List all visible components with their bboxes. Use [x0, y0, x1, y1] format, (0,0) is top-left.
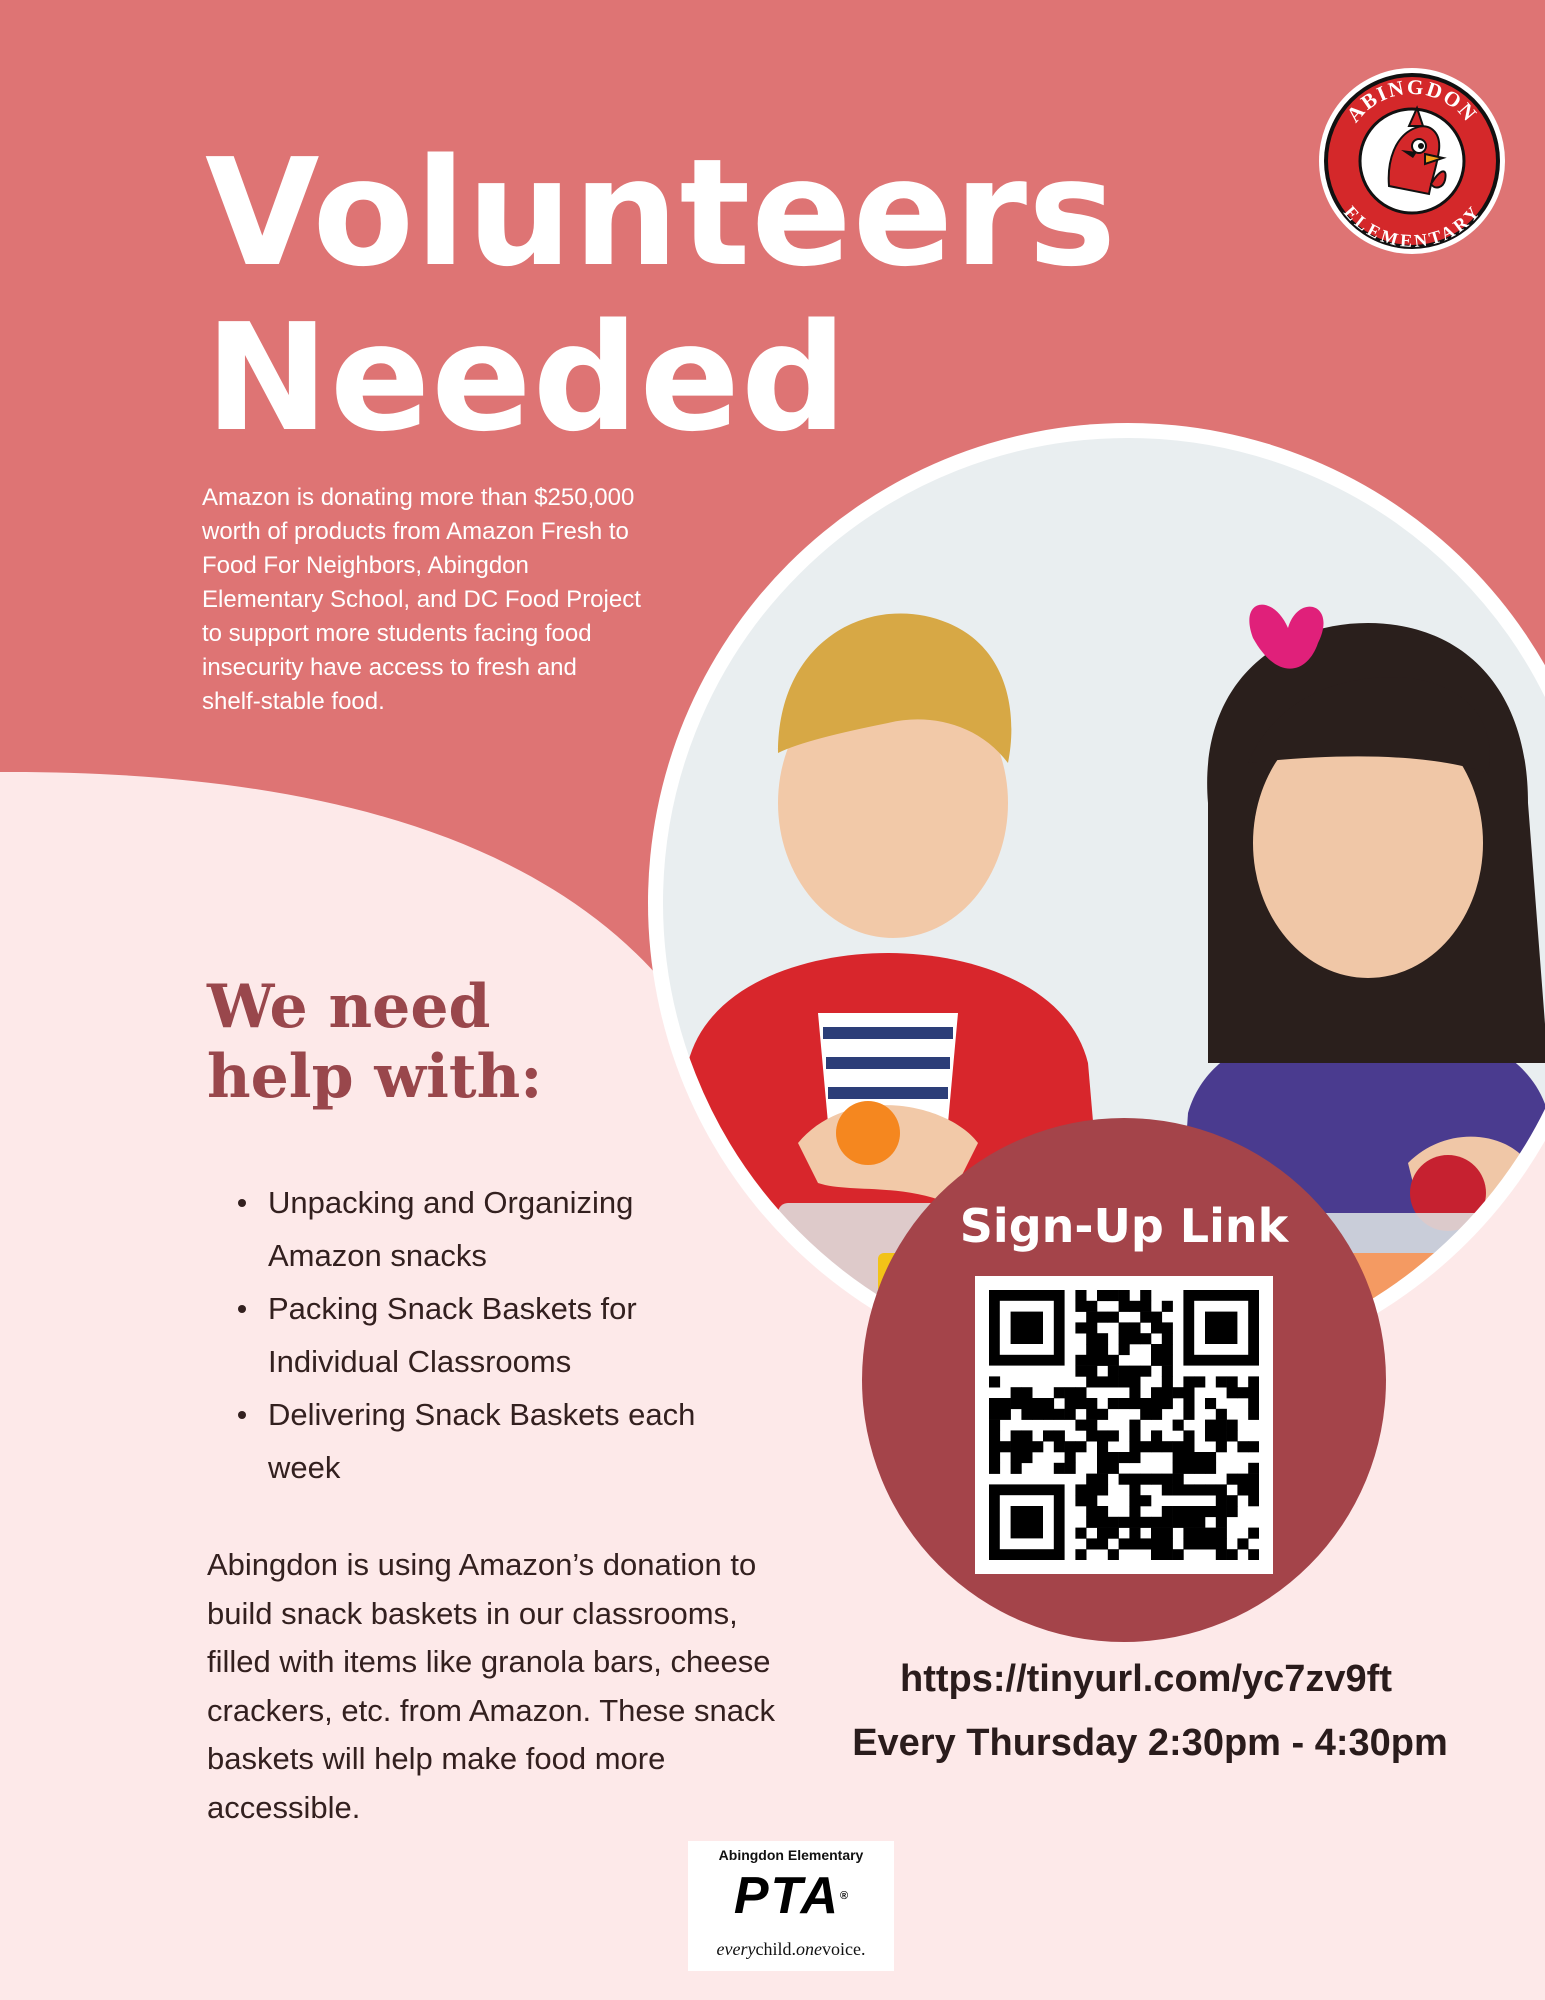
- cardinal-mascot-icon: ABINGDON ELEMENTARY: [1319, 68, 1505, 254]
- help-heading-line-1: We need: [207, 972, 491, 1042]
- pta-school-name: Abingdon Elementary: [718, 1847, 864, 1863]
- signup-title: Sign-Up Link: [959, 1199, 1289, 1253]
- signup-url[interactable]: https://tinyurl.com/yc7zv9ft: [816, 1651, 1476, 1707]
- list-item: Unpacking and Organizing Amazon snacks: [228, 1176, 748, 1282]
- list-item: Packing Snack Baskets for Individual Cla…: [228, 1282, 748, 1388]
- registered-icon: ®: [840, 1890, 849, 1902]
- pta-mark: PTA®: [688, 1865, 894, 1927]
- pta-mark-text: PTA: [733, 1867, 841, 1925]
- description-paragraph: Abingdon is using Amazon’s donation to b…: [207, 1547, 775, 1825]
- pta-tagline-every: every: [716, 1939, 756, 1959]
- qr-code[interactable]: [975, 1276, 1273, 1574]
- signup-circle: Sign-Up Link: [862, 1118, 1386, 1642]
- help-heading-line-2: help with:: [207, 1042, 543, 1112]
- pta-tagline-voice: voice.: [821, 1939, 866, 1959]
- schedule-text: Every Thursday 2:30pm - 4:30pm: [852, 1722, 1448, 1764]
- pta-tagline-child: child.: [755, 1939, 796, 1959]
- pta-tagline: everychild.onevoice.: [688, 1939, 894, 1960]
- intro-paragraph: Amazon is donating more than $250,000 wo…: [202, 484, 641, 715]
- help-heading: We need help with:: [207, 972, 542, 1112]
- flyer-page: Volunteers Needed Amazon is donating mor…: [0, 0, 1545, 2000]
- school-seal: ABINGDON ELEMENTARY: [1317, 66, 1507, 256]
- pta-logo: Abingdon Elementary PTA® everychild.onev…: [688, 1841, 894, 1971]
- qr-code-icon: [989, 1290, 1259, 1560]
- list-item: Delivering Snack Baskets each week: [228, 1388, 748, 1494]
- help-list: Unpacking and Organizing Amazon snacks P…: [228, 1176, 748, 1494]
- title-line-1: Volunteers: [205, 127, 1118, 299]
- pta-tagline-one: one: [795, 1939, 822, 1959]
